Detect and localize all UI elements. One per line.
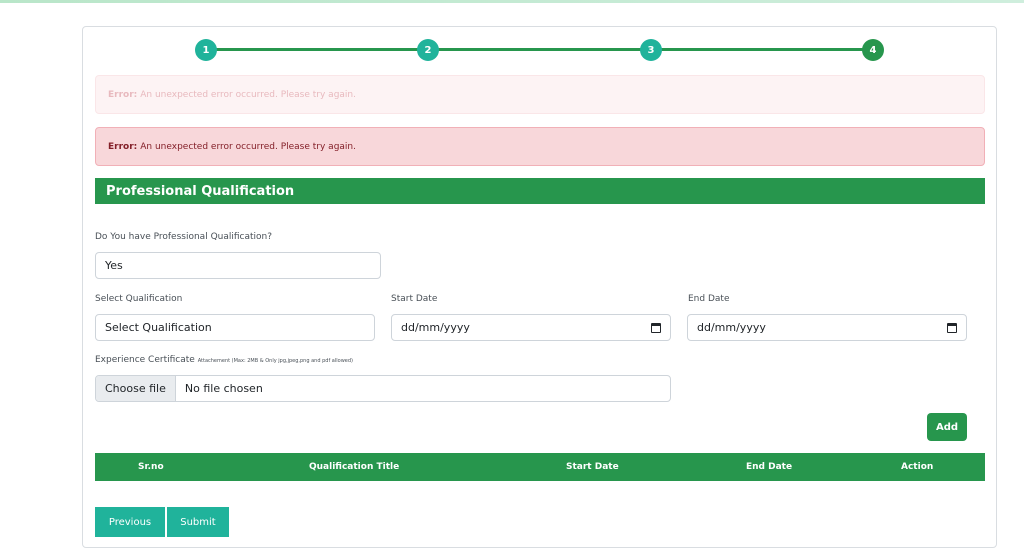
- start-date-value: dd/mm/yyyy: [401, 321, 470, 334]
- form-card: 1 2 3 4 Error: An unexpected error occur…: [82, 26, 997, 548]
- step-1[interactable]: 1: [195, 39, 217, 61]
- column-header: Qualification Title: [309, 462, 400, 472]
- column-header: Action: [901, 462, 934, 472]
- step-3[interactable]: 3: [640, 39, 662, 61]
- end-date-value: dd/mm/yyyy: [697, 321, 766, 334]
- file-status: No file chosen: [184, 382, 263, 395]
- error-alert-faded: Error: An unexpected error occurred. Ple…: [95, 75, 985, 114]
- start-date-input[interactable]: dd/mm/yyyy: [391, 314, 671, 341]
- error-alert: Error: An unexpected error occurred. Ple…: [95, 127, 985, 166]
- step-4[interactable]: 4: [862, 39, 884, 61]
- alert-message: An unexpected error occurred. Please try…: [140, 89, 356, 100]
- column-header: Sr.no: [138, 462, 164, 472]
- end-date-label: End Date: [688, 294, 730, 304]
- column-header: End Date: [746, 462, 793, 472]
- calendar-icon[interactable]: [947, 322, 957, 333]
- alert-label: Error:: [108, 141, 138, 152]
- has-qualification-select[interactable]: Yes: [95, 252, 381, 279]
- step-connector: [661, 48, 873, 51]
- step-connector: [438, 48, 661, 51]
- certificate-label-text: Experience Certificate: [95, 355, 195, 365]
- certificate-label: Experience Certificate Attachement (Max:…: [95, 355, 353, 365]
- choose-file-button[interactable]: Choose file: [96, 376, 176, 401]
- calendar-icon[interactable]: [651, 322, 661, 333]
- top-accent-bar: [0, 0, 1024, 3]
- end-date-input[interactable]: dd/mm/yyyy: [687, 314, 967, 341]
- qualification-select[interactable]: Select Qualification: [95, 314, 375, 341]
- qualification-label: Select Qualification: [95, 294, 183, 304]
- certificate-hint: Attachement (Max: 2MB & Only jpg,jpeg,pn…: [197, 358, 353, 364]
- step-2[interactable]: 2: [417, 39, 439, 61]
- column-header: Start Date: [566, 462, 619, 472]
- submit-button[interactable]: Submit: [167, 507, 229, 537]
- certificate-file-input[interactable]: Choose file No file chosen: [95, 375, 671, 402]
- start-date-label: Start Date: [391, 294, 438, 304]
- progress-stepper: 1 2 3 4: [83, 27, 998, 77]
- add-button[interactable]: Add: [927, 413, 967, 441]
- step-connector: [216, 48, 438, 51]
- alert-label: Error:: [108, 89, 138, 100]
- section-title: Professional Qualification: [95, 178, 985, 204]
- has-qualification-label: Do You have Professional Qualification?: [95, 232, 273, 242]
- qualification-table-header: Sr.no Qualification Title Start Date End…: [95, 453, 985, 481]
- previous-button[interactable]: Previous: [95, 507, 165, 537]
- alert-message: An unexpected error occurred. Please try…: [140, 141, 356, 152]
